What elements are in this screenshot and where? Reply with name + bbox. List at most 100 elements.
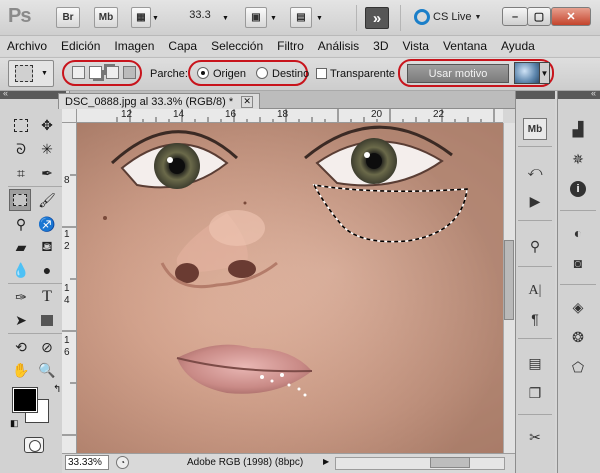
- notes-panel-button[interactable]: ▤: [523, 352, 547, 374]
- horizontal-scrollbar[interactable]: [335, 457, 505, 470]
- menu-vista[interactable]: Vista: [396, 39, 436, 53]
- document-canvas[interactable]: [77, 123, 503, 453]
- navigator-panel-button[interactable]: ✵: [566, 148, 590, 170]
- info-panel-button[interactable]: i: [566, 178, 590, 200]
- history-brush-tool[interactable]: ♐: [36, 213, 58, 235]
- histogram-panel-button[interactable]: ▟: [566, 118, 590, 140]
- masks-panel-button[interactable]: ◙: [566, 252, 590, 274]
- chevron-down-icon[interactable]: ▼: [316, 15, 323, 22]
- horizontal-scroll-thumb[interactable]: [430, 457, 470, 468]
- patch-tool[interactable]: [9, 189, 31, 211]
- menu-filtro[interactable]: Filtro: [270, 39, 311, 53]
- workspace-switcher-button[interactable]: »: [365, 7, 389, 29]
- menu-ventana[interactable]: Ventana: [436, 39, 494, 53]
- layer-comps-panel-button[interactable]: ❐: [523, 382, 547, 404]
- use-pattern-button[interactable]: Usar motivo: [407, 64, 509, 83]
- tool-preset-picker[interactable]: ▼: [8, 60, 54, 87]
- paragraph-panel-button[interactable]: ¶: [523, 308, 547, 330]
- dodge-tool[interactable]: ●: [36, 259, 58, 281]
- 3d-rotate-tool[interactable]: ⟲: [10, 336, 32, 358]
- layers-panel-button[interactable]: ◈: [566, 296, 590, 318]
- subtract-from-selection-icon[interactable]: [106, 66, 119, 79]
- foreground-color-swatch[interactable]: [12, 387, 38, 413]
- quick-mask-button[interactable]: [24, 437, 44, 453]
- close-button[interactable]: ✕: [551, 7, 591, 26]
- path-selection-tool[interactable]: ➤: [10, 309, 32, 331]
- panel-dock-header[interactable]: [516, 91, 555, 99]
- paint-bucket-tool[interactable]: ⛾: [36, 236, 58, 258]
- chevron-down-icon[interactable]: ▼: [270, 15, 277, 22]
- clone-source-panel-button[interactable]: ⚲: [523, 235, 547, 257]
- source-radio[interactable]: [197, 67, 209, 79]
- tools-panel-header[interactable]: «: [0, 88, 66, 99]
- menu-analisis[interactable]: Análisis: [311, 39, 366, 53]
- clone-stamp-tool[interactable]: ⚲: [10, 213, 32, 235]
- cs-live-menu[interactable]: CS Live ▼: [414, 9, 481, 25]
- divider: [400, 5, 401, 31]
- pattern-picker[interactable]: [514, 62, 540, 84]
- view-extras-button[interactable]: ▦: [131, 7, 151, 28]
- menu-3d[interactable]: 3D: [366, 39, 395, 53]
- close-icon[interactable]: ✕: [241, 95, 254, 108]
- chevron-down-icon[interactable]: ▼: [222, 15, 229, 22]
- destination-radio[interactable]: [256, 67, 268, 79]
- channels-panel-button[interactable]: ❂: [566, 326, 590, 348]
- channels-icon: ❂: [572, 328, 584, 345]
- paths-panel-button[interactable]: ⬠: [566, 356, 590, 378]
- zoom-tool[interactable]: 🔍: [36, 359, 58, 381]
- crop-tool[interactable]: ⌗: [10, 162, 32, 184]
- default-colors-icon[interactable]: ◧: [10, 418, 19, 429]
- add-to-selection-icon[interactable]: [89, 66, 102, 79]
- magic-wand-tool[interactable]: ✳: [36, 138, 58, 160]
- 3d-orbit-tool[interactable]: ⊘: [36, 336, 58, 358]
- menu-seleccion[interactable]: Selección: [204, 39, 270, 53]
- zoom-level-menu[interactable]: 33.3: [178, 9, 222, 27]
- mini-bridge-button[interactable]: Mb: [94, 7, 118, 28]
- history-panel-button[interactable]: ⤺: [523, 160, 547, 182]
- status-menu-icon[interactable]: ◔: [116, 456, 129, 469]
- pen-tool[interactable]: ✑: [10, 286, 32, 308]
- menu-capa[interactable]: Capa: [161, 39, 204, 53]
- ruler-origin[interactable]: [62, 109, 77, 123]
- menu-ayuda[interactable]: Ayuda: [494, 39, 542, 53]
- eyedropper-tool[interactable]: ✒: [36, 162, 58, 184]
- screen-mode-button[interactable]: ▤: [290, 7, 312, 28]
- panel-dock-header[interactable]: «: [558, 88, 600, 99]
- type-tool[interactable]: T: [36, 286, 58, 308]
- character-panel-button[interactable]: A|: [523, 280, 547, 302]
- bridge-button[interactable]: Br: [56, 7, 80, 28]
- navigator-icon: ✵: [572, 150, 584, 167]
- chevron-down-icon[interactable]: ▼: [540, 62, 550, 84]
- menu-archivo[interactable]: Archivo: [0, 39, 54, 53]
- hand-tool[interactable]: ✋: [10, 359, 32, 381]
- eraser-tool[interactable]: ▰: [10, 236, 32, 258]
- ruler-tick-label: 1: [64, 229, 70, 240]
- zoom-percentage-field[interactable]: 33.33%: [65, 455, 109, 470]
- arrange-documents-button[interactable]: ▣: [245, 7, 267, 28]
- tool-presets-panel-button[interactable]: ✂: [523, 426, 547, 448]
- adjustments-icon: ◐: [573, 225, 583, 241]
- transparent-checkbox[interactable]: [316, 68, 327, 79]
- intersect-selection-icon[interactable]: [123, 66, 136, 79]
- move-tool[interactable]: ✥: [36, 114, 58, 136]
- blur-tool[interactable]: 💧: [10, 259, 32, 281]
- divider: [518, 338, 552, 339]
- adjustments-panel-button[interactable]: ◐: [566, 222, 590, 244]
- divider: [8, 186, 62, 187]
- swap-colors-icon[interactable]: ↰: [53, 384, 61, 395]
- brush-tool[interactable]: 🖌: [36, 189, 58, 211]
- lasso-tool[interactable]: ᘐ: [10, 138, 32, 160]
- chevron-down-icon[interactable]: ▼: [152, 15, 159, 22]
- status-menu-arrow-icon[interactable]: ▶: [323, 457, 329, 466]
- document-tab[interactable]: DSC_0888.jpg al 33.3% (RGB/8) * ✕: [58, 93, 261, 109]
- menu-edicion[interactable]: Edición: [54, 39, 107, 53]
- rectangular-marquee-tool[interactable]: [10, 114, 32, 136]
- maximize-button[interactable]: ▢: [527, 7, 551, 26]
- vertical-scroll-thumb[interactable]: [504, 240, 514, 320]
- minimize-button[interactable]: –: [502, 7, 528, 26]
- rectangle-tool[interactable]: [36, 309, 58, 331]
- actions-panel-button[interactable]: ▶: [523, 190, 547, 212]
- menu-imagen[interactable]: Imagen: [107, 39, 161, 53]
- mini-bridge-panel-button[interactable]: Mb: [523, 118, 547, 140]
- new-selection-icon[interactable]: [72, 66, 85, 79]
